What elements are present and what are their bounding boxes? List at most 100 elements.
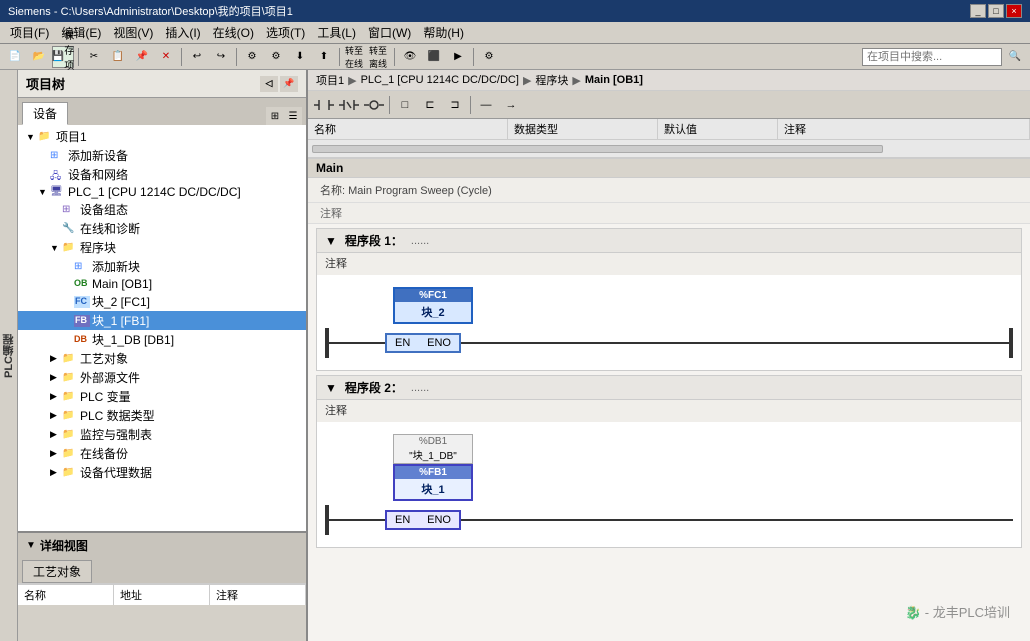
openwire-button[interactable]: → xyxy=(499,94,523,116)
tree-item-fc1[interactable]: FC 块_2 [FC1] xyxy=(18,292,306,311)
monitorforce-label: 监控与强制表 xyxy=(80,426,152,443)
progblocks-icon: 📁 xyxy=(62,242,78,254)
new-button[interactable]: 📄 xyxy=(4,46,26,68)
tree-item-proxydata[interactable]: ▶ 📁 设备代理数据 xyxy=(18,463,306,482)
wire-button[interactable]: — xyxy=(474,94,498,116)
tree-item-onlinebkp[interactable]: ▶ 📁 在线备份 xyxy=(18,444,306,463)
download-button[interactable]: ⬇ xyxy=(289,46,311,68)
project1-arrow: ▼ xyxy=(26,132,38,142)
detail-col-name: 名称 xyxy=(18,585,114,605)
proxydata-icon: 📁 xyxy=(62,467,78,479)
tree-item-plc1[interactable]: ▼ 🖥 PLC_1 [CPU 1214C DC/DC/DC] xyxy=(18,184,306,200)
run-button[interactable]: ▶ xyxy=(447,46,469,68)
search-button[interactable]: 🔍 xyxy=(1004,46,1026,68)
contact-nc-button[interactable] xyxy=(337,94,361,116)
coil-button[interactable] xyxy=(362,94,386,116)
tree-item-diag[interactable]: 🔧 在线和诊断 xyxy=(18,219,306,238)
segment-1-body: %FC1 块_2 EN ENO xyxy=(316,275,1022,371)
maximize-button[interactable]: □ xyxy=(988,4,1004,18)
fb-call-box[interactable]: %FB1 块_1 xyxy=(393,464,473,501)
copy-button[interactable]: 📋 xyxy=(107,46,129,68)
menu-help[interactable]: 帮助(H) xyxy=(417,22,470,43)
segment-1-header[interactable]: ▼ 程序段 1： ...... xyxy=(316,228,1022,253)
fb1-label: 块_1 [FB1] xyxy=(92,312,149,329)
tree-item-network[interactable]: 🖧 设备和网络 xyxy=(18,165,306,184)
fb-eno-label: ENO xyxy=(427,514,451,526)
tree-item-db1[interactable]: DB 块_1_DB [DB1] xyxy=(18,330,306,349)
stop-button[interactable]: ⬛ xyxy=(423,46,445,68)
redo-button[interactable]: ↪ xyxy=(210,46,232,68)
cut-button[interactable]: ✂ xyxy=(83,46,105,68)
tree-item-plcvars[interactable]: ▶ 📁 PLC 变量 xyxy=(18,387,306,406)
close-button[interactable]: × xyxy=(1006,4,1022,18)
fb1-title: %FB1 xyxy=(395,466,471,479)
tab-device[interactable]: 设备 xyxy=(22,102,68,125)
tree-icon-btn2[interactable]: ☰ xyxy=(284,107,302,125)
editor-toolbar: □ ⊏ ⊐ — → xyxy=(308,91,1030,119)
minimize-button[interactable]: _ xyxy=(970,4,986,18)
tree-item-plcdatatypes[interactable]: ▶ 📁 PLC 数据类型 xyxy=(18,406,306,425)
cycle-comment-area: 名称: Main Program Sweep (Cycle) xyxy=(308,178,1030,203)
segment-2-header[interactable]: ▼ 程序段 2： ...... xyxy=(316,375,1022,400)
tree-tab-icons: ⊞ ☰ xyxy=(68,100,306,125)
segment-1: ▼ 程序段 1： ...... 注释 %FC1 xyxy=(316,228,1022,371)
menu-online[interactable]: 在线(O) xyxy=(207,22,260,43)
go-offline-button[interactable]: 转至离线 xyxy=(368,46,390,68)
compile-button[interactable]: ⚙ xyxy=(241,46,263,68)
tree-body: ▼ 📁 项目1 ⊞ 添加新设备 🖧 设备 xyxy=(18,125,306,531)
go-online-button[interactable]: 转至在线 xyxy=(344,46,366,68)
openbox-button[interactable]: ⊏ xyxy=(418,94,442,116)
cycle-note-label: 注释 xyxy=(320,208,342,220)
menu-edit[interactable]: 编辑(E) xyxy=(55,22,107,43)
fc-call-box[interactable]: %FC1 块_2 xyxy=(393,287,473,324)
menu-tools[interactable]: 工具(L) xyxy=(311,22,362,43)
tab-techobj[interactable]: 工艺对象 xyxy=(22,560,92,583)
delete-button[interactable]: ✕ xyxy=(155,46,177,68)
tree-icon-btn1[interactable]: ⊞ xyxy=(266,107,284,125)
upload-button[interactable]: ⬆ xyxy=(313,46,335,68)
tree-item-fb1[interactable]: FB 块_1 [FB1] xyxy=(18,311,306,330)
contact-no-icon xyxy=(314,98,334,112)
undo-button[interactable]: ↩ xyxy=(186,46,208,68)
var-scroll-bar[interactable] xyxy=(312,145,883,153)
tree-item-ob1[interactable]: OB Main [OB1] xyxy=(18,276,306,292)
breadcrumb-item2: PLC_1 [CPU 1214C DC/DC/DC] xyxy=(361,74,519,86)
tree-item-progblocks[interactable]: ▼ 📁 程序块 xyxy=(18,238,306,257)
tree-item-monitorforce[interactable]: ▶ 📁 监控与强制表 xyxy=(18,425,306,444)
fb1-label-text: 块_1 xyxy=(417,479,448,499)
tree-item-techobj[interactable]: ▶ 📁 工艺对象 xyxy=(18,349,306,368)
tree-collapse-button[interactable]: ◁ xyxy=(260,76,278,92)
cycle-comment-text: 名称: Main Program Sweep (Cycle) xyxy=(320,185,492,197)
project-tree-panel: 项目树 ◁ 📌 设备 ⊞ ☰ xyxy=(18,70,306,531)
settings-button[interactable]: ⚙ xyxy=(478,46,500,68)
menu-insert[interactable]: 插入(I) xyxy=(159,22,206,43)
menu-project[interactable]: 项目(F) xyxy=(4,22,55,43)
detail-view-panel: ▼ 详细视图 工艺对象 名称 地址 注释 xyxy=(18,531,306,641)
network-icon: 🖧 xyxy=(50,169,66,181)
closebox-button[interactable]: ⊐ xyxy=(443,94,467,116)
addblock-icon: ⊞ xyxy=(74,261,90,273)
menu-window[interactable]: 窗口(W) xyxy=(362,22,417,43)
tree-item-devconfig[interactable]: ⊞ 设备组态 xyxy=(18,200,306,219)
menu-view[interactable]: 视图(V) xyxy=(107,22,159,43)
ladder-editor[interactable]: 名称: Main Program Sweep (Cycle) 注释 ▼ 程序段 … xyxy=(308,178,1030,641)
breadcrumb-item1: 项目1 xyxy=(316,72,344,88)
plcvars-label: PLC 变量 xyxy=(80,388,131,405)
tree-item-project1[interactable]: ▼ 📁 项目1 xyxy=(18,127,306,146)
tree-item-addblock[interactable]: ⊞ 添加新块 xyxy=(18,257,306,276)
open-button[interactable]: 📂 xyxy=(28,46,50,68)
monitor-button[interactable]: 👁 xyxy=(399,46,421,68)
menu-options[interactable]: 选项(T) xyxy=(260,22,311,43)
tree-pin-button[interactable]: 📌 xyxy=(280,76,298,92)
search-input[interactable] xyxy=(862,48,1002,66)
contact-no-button[interactable] xyxy=(312,94,336,116)
tree-item-extfiles[interactable]: ▶ 📁 外部源文件 xyxy=(18,368,306,387)
box-button[interactable]: □ xyxy=(393,94,417,116)
paste-button[interactable]: 📌 xyxy=(131,46,153,68)
main-editor-header: Main xyxy=(308,159,1030,178)
compile2-button[interactable]: ⚙ xyxy=(265,46,287,68)
tree-item-adddevice[interactable]: ⊞ 添加新设备 xyxy=(18,146,306,165)
rung-line-2b xyxy=(461,519,1013,521)
save-button[interactable]: 💾 保存项目 xyxy=(52,46,74,68)
project1-icon: 📁 xyxy=(38,131,54,143)
